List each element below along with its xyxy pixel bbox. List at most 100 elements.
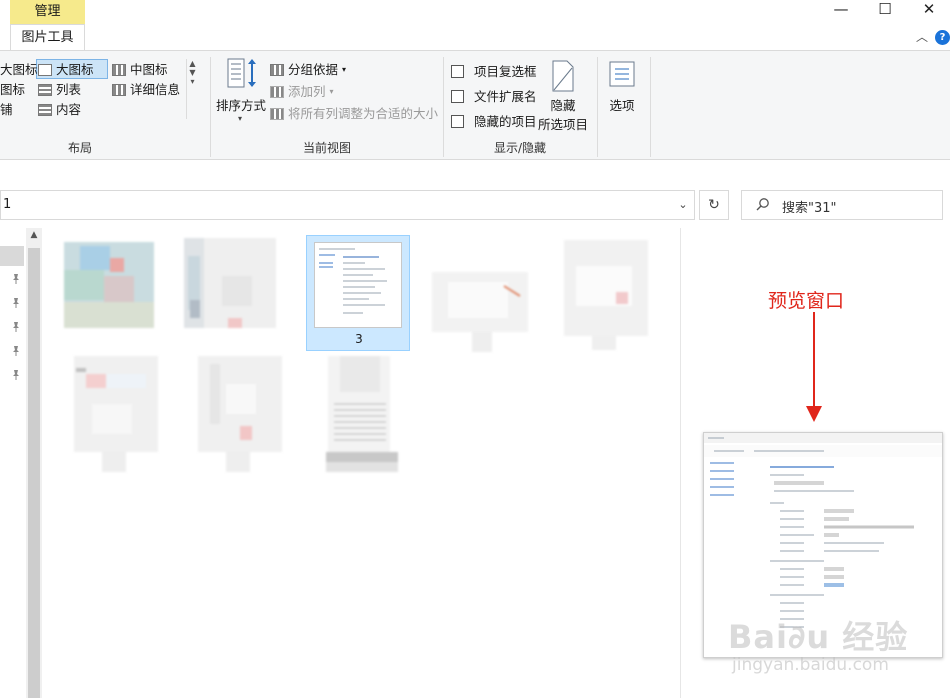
image-thumbnail xyxy=(564,240,648,350)
file-thumbnail[interactable] xyxy=(182,236,276,332)
hidden-items-toggle[interactable]: 隐藏的项目 xyxy=(451,109,537,134)
large-icons-icon xyxy=(38,64,52,76)
watermark-logo: Bai∂u 经验 xyxy=(728,618,909,656)
preview-pane-splitter[interactable] xyxy=(680,228,681,698)
layout-item-label: 铺 xyxy=(0,102,13,117)
chevron-down-icon[interactable]: ⌄ xyxy=(673,195,693,215)
fit-columns-label: 将所有列调整为合适的大小 xyxy=(288,106,439,121)
manage-context-tab[interactable]: 管理 xyxy=(10,0,85,24)
file-thumbnail[interactable] xyxy=(326,354,418,472)
layout-item-label: 图标 xyxy=(0,82,26,97)
options-icon xyxy=(609,61,635,87)
options-button[interactable]: 选项 xyxy=(602,59,642,114)
checkbox[interactable] xyxy=(451,65,464,78)
search-icon xyxy=(756,198,769,211)
refresh-button[interactable]: ↻ xyxy=(699,190,729,220)
add-column-icon xyxy=(270,86,284,98)
layout-medium-icons[interactable]: 中图标 xyxy=(112,60,180,80)
nav-scroll-thumb[interactable] xyxy=(28,248,40,698)
options-label: 选项 xyxy=(609,98,635,113)
medium-icons-icon xyxy=(112,64,126,76)
file-thumbnail[interactable] xyxy=(62,236,156,332)
chevron-down-icon: ▾ xyxy=(342,65,347,74)
item-checkboxes-toggle[interactable]: 项目复选框 xyxy=(451,59,537,84)
group-divider xyxy=(597,57,598,157)
file-thumbnail[interactable] xyxy=(432,236,528,352)
layout-list[interactable]: 列表 xyxy=(38,80,94,100)
file-thumbnail[interactable] xyxy=(196,354,288,472)
show-hide-group-label: 显示/隐藏 xyxy=(493,141,547,155)
address-path[interactable]: 1 xyxy=(3,197,11,212)
help-icon[interactable]: ? xyxy=(935,30,950,45)
chevron-down-icon: ▾ xyxy=(329,87,334,96)
image-thumbnail xyxy=(74,356,158,472)
layout-small-icons[interactable]: 图标 xyxy=(0,80,38,100)
group-divider xyxy=(650,57,651,157)
search-input[interactable]: 搜索"31" xyxy=(741,190,943,220)
pin-icon xyxy=(10,345,22,359)
ribbon: 大图标 图标 铺 大图标 列表 内容 中图标 详细信息 ▲ ▼ ▾ 布局 排序方式 … xyxy=(0,50,950,160)
layout-details[interactable]: 详细信息 xyxy=(112,80,180,100)
checkbox[interactable] xyxy=(451,115,464,128)
layout-column-1: 大图标 图标 铺 xyxy=(0,60,38,120)
content-icon xyxy=(38,104,52,116)
layout-extra-large-icons[interactable]: 大图标 xyxy=(0,60,38,80)
sort-icon xyxy=(227,58,256,88)
group-by-icon xyxy=(270,64,284,76)
layout-tiles[interactable]: 铺 xyxy=(0,100,38,120)
checkbox-label: 隐藏的项目 xyxy=(474,113,537,129)
close-button[interactable]: ✕ xyxy=(906,0,950,22)
checkbox-label: 项目复选框 xyxy=(474,63,537,79)
address-bar[interactable]: 1 ⌄ xyxy=(0,190,695,220)
pin-icon xyxy=(10,273,22,287)
fit-columns-button[interactable]: 将所有列调整为合适的大小 xyxy=(270,103,438,125)
collapse-ribbon-icon[interactable]: ︿ xyxy=(913,28,931,46)
document-preview xyxy=(319,248,387,314)
image-thumbnail xyxy=(198,356,282,472)
annotation-arrow xyxy=(813,312,815,408)
hide-selected-icon xyxy=(552,60,574,92)
sort-by-button[interactable]: 排序方式 ▾ xyxy=(216,57,266,123)
layout-group-label: 布局 xyxy=(67,141,92,155)
group-divider xyxy=(443,57,444,157)
file-thumbnail[interactable] xyxy=(72,354,164,472)
annotation-arrow-head xyxy=(806,406,822,422)
nav-selected-item[interactable] xyxy=(0,246,24,266)
layout-item-label: 大图标 xyxy=(0,62,38,77)
layout-column-3: 中图标 详细信息 xyxy=(112,60,180,100)
file-item-selected[interactable]: 3 xyxy=(306,235,410,351)
checkbox[interactable] xyxy=(451,90,464,103)
layout-item-label: 列表 xyxy=(56,82,82,97)
pin-icon xyxy=(10,369,22,383)
scroll-up-icon[interactable]: ▲ xyxy=(26,230,42,244)
checkbox-label: 文件扩展名 xyxy=(474,88,537,104)
layout-item-label: 大图标 xyxy=(56,62,94,77)
layout-item-label: 详细信息 xyxy=(130,82,181,97)
file-extensions-toggle[interactable]: 文件扩展名 xyxy=(451,84,537,109)
hide-selected-label: 隐藏 xyxy=(550,98,576,113)
list-icon xyxy=(38,84,52,96)
layout-large-icons[interactable]: 大图标 xyxy=(38,60,94,80)
group-by-button[interactable]: 分组依据 ▾ xyxy=(270,59,438,81)
add-column-button[interactable]: 添加列 ▾ xyxy=(270,81,438,103)
file-name[interactable]: 3 xyxy=(307,332,411,346)
image-thumbnail xyxy=(62,236,156,332)
current-view-small-buttons: 分组依据 ▾ 添加列 ▾ 将所有列调整为合适的大小 xyxy=(270,59,438,125)
minimize-button[interactable]: — xyxy=(818,0,864,22)
hide-selected-items-button[interactable]: 隐藏 所选项目 xyxy=(537,59,589,133)
layout-gallery-scroll[interactable]: ▲ ▼ ▾ xyxy=(186,59,198,119)
file-thumbnail[interactable] xyxy=(562,236,654,350)
show-hide-checkboxes: 项目复选框 文件扩展名 隐藏的项目 xyxy=(451,59,537,134)
group-by-label: 分组依据 xyxy=(288,62,339,77)
layout-item-label: 内容 xyxy=(56,102,82,117)
maximize-button[interactable]: ☐ xyxy=(862,0,908,22)
layout-content[interactable]: 内容 xyxy=(38,100,94,120)
tab-picture-tools[interactable]: 图片工具 xyxy=(10,24,85,50)
pin-icon xyxy=(10,297,22,311)
document-thumbnail-icon xyxy=(326,356,398,472)
image-thumbnail xyxy=(182,236,276,332)
current-view-group-label: 当前视图 xyxy=(302,141,351,155)
add-column-label: 添加列 xyxy=(288,84,326,99)
document-thumbnail xyxy=(314,242,402,328)
hide-selected-label: 所选项目 xyxy=(537,117,588,132)
